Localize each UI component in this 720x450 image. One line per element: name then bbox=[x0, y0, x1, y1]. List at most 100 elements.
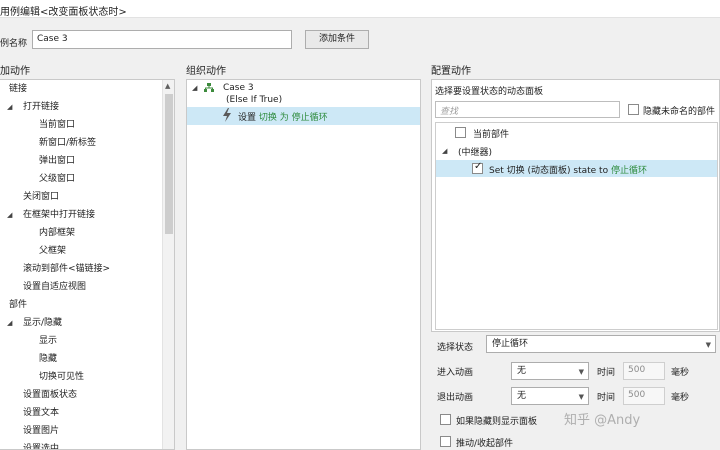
set-row-prefix: Set 切换 (动态面板) state to bbox=[489, 166, 611, 176]
set-row-state: 停止循环 bbox=[610, 166, 647, 176]
action-tree-item-label: 打开链接 bbox=[23, 102, 60, 112]
case-name-label: 例名称 bbox=[0, 39, 28, 49]
action-tree-item-label: 显示 bbox=[39, 336, 58, 346]
action-tree-item[interactable]: 新窗口/新标签 bbox=[0, 134, 161, 152]
organize-action-title: 组织动作 bbox=[186, 66, 226, 77]
action-tree-item[interactable]: 设置图片 bbox=[0, 422, 161, 440]
hide-unnamed-checkbox[interactable] bbox=[628, 104, 639, 115]
enter-time-input[interactable]: 500 bbox=[623, 362, 665, 380]
expand-arrow-icon[interactable]: ◢ bbox=[7, 98, 12, 116]
action-tree-item[interactable]: 父框架 bbox=[0, 242, 161, 260]
show-if-hidden-checkbox[interactable] bbox=[440, 414, 451, 425]
case-condition: (Else If True) bbox=[226, 95, 283, 105]
action-tree-item[interactable]: 滚动到部件<锚链接> bbox=[0, 260, 161, 278]
chevron-down-icon: ▼ bbox=[578, 393, 584, 401]
action-tree-item[interactable]: 父级窗口 bbox=[0, 170, 161, 188]
action-tree-item-label: 在框架中打开链接 bbox=[23, 210, 96, 220]
select-state-value: 停止循环 bbox=[492, 339, 529, 349]
panel-list: 当前部件 ◢ (中继器) Set 切换 (动态面板) state to 停止循环 bbox=[435, 122, 718, 330]
action-tree-item[interactable]: 设置文本 bbox=[0, 404, 161, 422]
enter-animation-dropdown[interactable]: 无 ▼ bbox=[511, 362, 589, 380]
panel-state-checkbox[interactable] bbox=[472, 161, 483, 174]
current-widget-checkbox[interactable] bbox=[455, 127, 466, 138]
exit-animation-label: 退出动画 bbox=[437, 393, 474, 403]
exit-time-input[interactable]: 500 bbox=[623, 387, 665, 405]
action-tree-item[interactable]: 内部框架 bbox=[0, 224, 161, 242]
action-tree-item-label: 滚动到部件<锚链接> bbox=[23, 264, 111, 274]
enter-animation-value: 无 bbox=[517, 366, 527, 376]
watermark: 知乎 @Andy bbox=[564, 413, 641, 428]
enter-animation-label: 进入动画 bbox=[437, 368, 474, 378]
case-node-icon bbox=[204, 83, 214, 93]
chevron-down-icon: ▼ bbox=[705, 341, 711, 349]
lightning-icon bbox=[222, 108, 232, 122]
panel-search-input[interactable]: 查找 bbox=[435, 101, 620, 118]
scroll-up-icon[interactable]: ▲ bbox=[165, 82, 170, 90]
action-tree-item-label: 内部框架 bbox=[39, 228, 76, 238]
configure-action-panel: 选择要设置状态的动态面板 查找 隐藏未命名的部件 当前部件 ◢ (中继器) Se… bbox=[431, 79, 720, 332]
action-tree-item[interactable]: 隐藏 bbox=[0, 350, 161, 368]
enter-ms-label: 毫秒 bbox=[671, 368, 690, 378]
action-tree-scrollbar[interactable]: ▲ bbox=[162, 80, 174, 449]
expand-arrow-icon[interactable]: ◢ bbox=[7, 206, 12, 224]
action-tree-item[interactable]: 链接 bbox=[0, 80, 161, 98]
action-tree-item-label: 设置选中 bbox=[23, 444, 60, 450]
action-tree-item-label: 弹出窗口 bbox=[39, 156, 76, 166]
action-tree-item[interactable]: 关闭窗口 bbox=[0, 188, 161, 206]
case-name-input[interactable]: Case 3 bbox=[32, 30, 292, 49]
title-bar: 用例编辑<改变面板状态时> bbox=[0, 0, 720, 18]
action-tree-item-label: 父框架 bbox=[39, 246, 67, 256]
action-tree-item-label: 设置面板状态 bbox=[23, 390, 78, 400]
action-tree-item[interactable]: 切换可见性 bbox=[0, 368, 161, 386]
organize-action-panel: ◢ Case 3 (Else If True) 设置 切换 为 停止循环 bbox=[186, 79, 421, 450]
exit-ms-label: 毫秒 bbox=[671, 393, 690, 403]
action-tree-item-label: 设置文本 bbox=[23, 408, 60, 418]
case-title: Case 3 bbox=[223, 83, 254, 93]
select-state-dropdown[interactable]: 停止循环 ▼ bbox=[486, 335, 716, 353]
action-prefix: 设置 bbox=[238, 113, 259, 123]
action-tree-item[interactable]: 设置选中 bbox=[0, 440, 161, 450]
action-tree-item-label: 当前窗口 bbox=[39, 120, 76, 130]
action-tree-item-label: 显示/隐藏 bbox=[23, 318, 63, 328]
chevron-down-icon: ▼ bbox=[578, 368, 584, 376]
action-tree-item[interactable]: 设置面板状态 bbox=[0, 386, 161, 404]
exit-animation-value: 无 bbox=[517, 391, 527, 401]
action-row-label: 设置 切换 为 停止循环 bbox=[238, 110, 328, 123]
exit-animation-dropdown[interactable]: 无 ▼ bbox=[511, 387, 589, 405]
action-tree-item-label: 链接 bbox=[9, 84, 28, 94]
current-widget-label: 当前部件 bbox=[473, 130, 510, 140]
select-panel-title: 选择要设置状态的动态面板 bbox=[435, 87, 544, 97]
action-tree-item[interactable]: ◢ 在框架中打开链接 bbox=[0, 206, 161, 224]
push-pull-label: 推动/收起部件 bbox=[456, 439, 514, 449]
action-tree-item[interactable]: 弹出窗口 bbox=[0, 152, 161, 170]
window-title: 用例编辑<改变面板状态时> bbox=[0, 7, 127, 18]
select-state-label: 选择状态 bbox=[437, 343, 474, 353]
repeater-expand-icon[interactable]: ◢ bbox=[442, 147, 447, 155]
scroll-thumb[interactable] bbox=[165, 94, 173, 234]
action-tree-item[interactable]: 当前窗口 bbox=[0, 116, 161, 134]
push-pull-checkbox[interactable] bbox=[440, 436, 451, 447]
action-tree-panel: 链接 ◢ 打开链接当前窗口新窗口/新标签弹出窗口父级窗口关闭窗口 ◢ 在框架中打开链接内… bbox=[0, 79, 175, 450]
action-tree-item-label: 设置图片 bbox=[23, 426, 60, 436]
exit-time-label: 时间 bbox=[597, 393, 616, 403]
action-tree-item-label: 设置自适应视图 bbox=[23, 282, 87, 292]
action-row-set-panel-state[interactable]: 设置 切换 为 停止循环 bbox=[187, 107, 420, 125]
action-tree-item-label: 部件 bbox=[9, 300, 28, 310]
expand-arrow-icon[interactable]: ◢ bbox=[192, 84, 197, 92]
repeater-label: (中继器) bbox=[458, 148, 493, 158]
action-tree-item-label: 关闭窗口 bbox=[23, 192, 60, 202]
action-tree-item[interactable]: 显示 bbox=[0, 332, 161, 350]
add-action-title: 加动作 bbox=[0, 66, 30, 77]
action-tree-item-label: 父级窗口 bbox=[39, 174, 76, 184]
panel-state-row[interactable]: Set 切换 (动态面板) state to 停止循环 bbox=[436, 160, 717, 177]
add-condition-button[interactable]: 添加条件 bbox=[305, 30, 369, 49]
action-tree-item[interactable]: ◢ 显示/隐藏 bbox=[0, 314, 161, 332]
panel-state-row-label: Set 切换 (动态面板) state to 停止循环 bbox=[489, 163, 647, 176]
action-tree-item-label: 隐藏 bbox=[39, 354, 58, 364]
action-tree-item[interactable]: 部件 bbox=[0, 296, 161, 314]
expand-arrow-icon[interactable]: ◢ bbox=[7, 314, 12, 332]
action-tree-item[interactable]: ◢ 打开链接 bbox=[0, 98, 161, 116]
action-tree-item-label: 切换可见性 bbox=[39, 372, 85, 382]
action-tree-item[interactable]: 设置自适应视图 bbox=[0, 278, 161, 296]
enter-time-label: 时间 bbox=[597, 368, 616, 378]
